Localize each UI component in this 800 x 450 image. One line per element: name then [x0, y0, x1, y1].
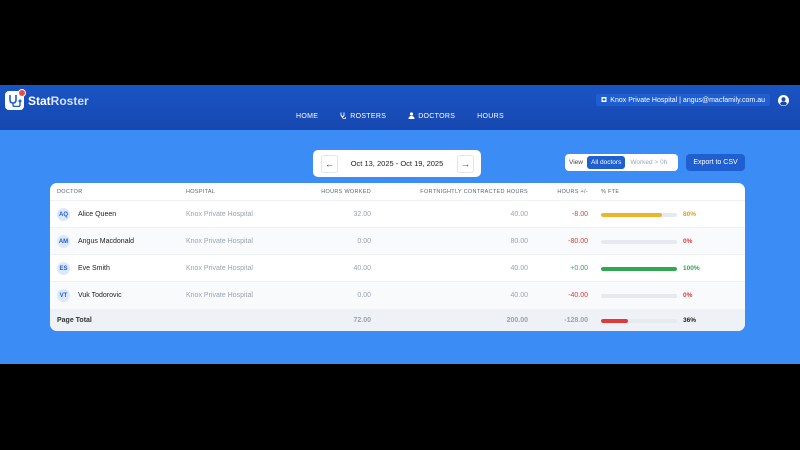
avatar: VT	[57, 289, 70, 302]
fte-bar-fill	[601, 213, 662, 217]
col-hours-worked: HOURS WORKED	[321, 189, 371, 195]
fte-percent: 0%	[683, 292, 693, 299]
app-frame: StatRoster HOME ROSTERS DOCTORS HOURS Kn…	[0, 85, 800, 364]
total-fte-bar	[601, 319, 677, 323]
total-contracted-hours: 200.00	[506, 317, 528, 324]
nav-rosters[interactable]: ROSTERS	[340, 112, 386, 121]
fte-bar-fill	[601, 319, 629, 323]
account-icon[interactable]	[778, 93, 789, 106]
total-hours-worked: 72.00	[353, 317, 371, 324]
contracted-hours: 40.00	[510, 292, 528, 299]
doctor-name: Eve Smith	[78, 265, 110, 272]
fte-percent: 80%	[683, 211, 697, 218]
page-total-row: Page Total 72.00 200.00 -128.00 36%	[50, 309, 745, 331]
top-header: StatRoster HOME ROSTERS DOCTORS HOURS Kn…	[0, 85, 800, 130]
hours-diff: -8.00	[572, 211, 588, 218]
stethoscope-logo-icon	[5, 89, 26, 110]
view-all-doctors[interactable]: All doctors	[586, 156, 626, 169]
nav-doctors[interactable]: DOCTORS	[408, 112, 455, 121]
avatar: AQ	[57, 208, 70, 221]
user-info-badge: Knox Private Hospital | angus@macfamily.…	[596, 94, 770, 106]
hospital-name: Knox Private Hospital	[186, 238, 253, 245]
export-csv-button[interactable]: Export to CSV	[686, 154, 745, 171]
hospital-name: Knox Private Hospital	[186, 265, 253, 272]
arrow-right-icon: →	[461, 159, 470, 169]
table-row[interactable]: ES Eve Smith Knox Private Hospital 40.00…	[50, 254, 745, 282]
hours-worked: 40.00	[353, 265, 371, 272]
avatar: AM	[57, 235, 70, 248]
contracted-hours: 40.00	[510, 211, 528, 218]
doctor-name: Angus Macdonald	[78, 238, 135, 245]
col-hospital: HOSPITAL	[186, 189, 216, 195]
hospital-name: Knox Private Hospital	[186, 211, 253, 218]
fte-bar	[601, 294, 677, 298]
total-fte-percent: 36%	[683, 317, 697, 324]
hospital-icon	[601, 96, 607, 104]
total-hours-diff: -128.00	[564, 317, 588, 324]
user-icon	[408, 112, 415, 121]
view-worked[interactable]: Worked > 0h	[625, 156, 672, 169]
table-row[interactable]: AM Angus Macdonald Knox Private Hospital…	[50, 227, 745, 255]
hours-table: DOCTOR HOSPITAL HOURS WORKED FORTNIGHTLY…	[50, 183, 745, 331]
fte-bar-fill	[601, 267, 677, 271]
table-row[interactable]: VT Vuk Todorovic Knox Private Hospital 0…	[50, 281, 745, 309]
contracted-hours: 80.00	[510, 238, 528, 245]
page-total-label: Page Total	[57, 317, 92, 324]
hours-diff: -80.00	[568, 238, 588, 245]
stethoscope-icon	[340, 112, 347, 121]
view-filter: View All doctors Worked > 0h	[565, 154, 678, 171]
fte-bar	[601, 240, 677, 244]
doctor-name: Alice Queen	[78, 211, 117, 218]
table-header: DOCTOR HOSPITAL HOURS WORKED FORTNIGHTLY…	[50, 183, 745, 200]
avatar: ES	[57, 262, 70, 275]
table-row[interactable]: AQ Alice Queen Knox Private Hospital 32.…	[50, 200, 745, 228]
col-contracted: FORTNIGHTLY CONTRACTED HOURS	[420, 189, 528, 195]
fte-percent: 100%	[683, 265, 700, 272]
week-selector: ← Oct 13, 2025 - Oct 19, 2025 →	[313, 150, 481, 177]
hours-worked: 32.00	[353, 211, 371, 218]
hours-worked: 0.00	[357, 238, 371, 245]
nav-home[interactable]: HOME	[296, 112, 318, 121]
week-range: Oct 13, 2025 - Oct 19, 2025	[350, 159, 444, 168]
nav-hours[interactable]: HOURS	[477, 112, 504, 121]
next-week-button[interactable]: →	[457, 155, 474, 173]
hours-diff: +0.00	[570, 265, 588, 272]
fte-percent: 0%	[683, 238, 693, 245]
brand-name: StatRoster	[28, 93, 89, 108]
hospital-name: Knox Private Hospital	[186, 292, 253, 299]
view-label: View	[569, 159, 583, 166]
col-hours-diff: HOURS +/-	[557, 189, 588, 195]
col-doctor: DOCTOR	[57, 189, 83, 195]
main-nav: HOME ROSTERS DOCTORS HOURS	[0, 112, 800, 121]
fte-bar	[601, 213, 677, 217]
hours-worked: 0.00	[357, 292, 371, 299]
logo[interactable]: StatRoster	[5, 89, 89, 110]
contracted-hours: 40.00	[510, 265, 528, 272]
hours-diff: -40.00	[568, 292, 588, 299]
doctor-name: Vuk Todorovic	[78, 292, 122, 299]
fte-bar	[601, 267, 677, 271]
col-fte: % FTE	[601, 189, 620, 195]
